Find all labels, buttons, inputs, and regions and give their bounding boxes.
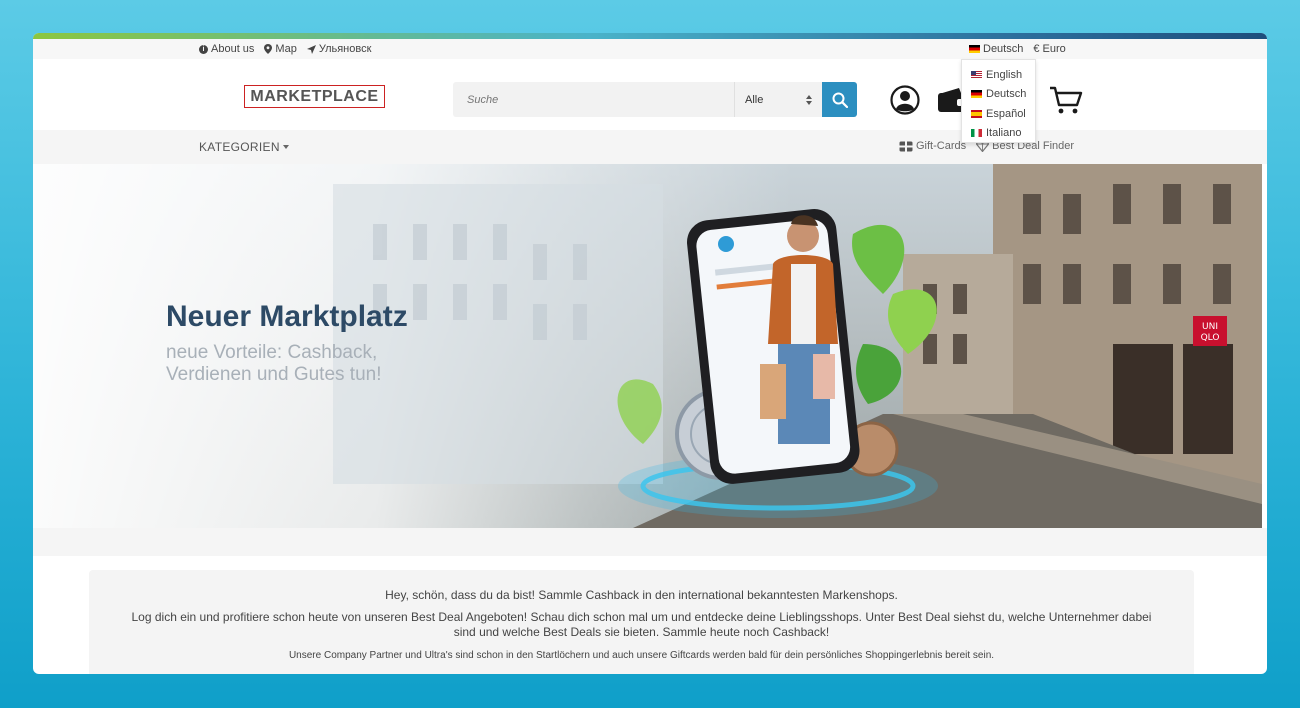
language-option-espanol[interactable]: Español [962,104,1035,124]
language-option-english[interactable]: English [962,65,1035,85]
us-flag-icon [971,70,982,79]
shopping-cart-icon[interactable] [1049,85,1083,115]
gift-cards-label: Gift-Cards [916,140,967,152]
hero-banner[interactable]: UNI QLO Neuer Marktplatz neue Vorteile: … [33,164,1262,528]
select-arrows-icon [806,94,812,105]
italian-flag-icon [971,129,982,138]
hero-title: Neuer Marktplatz [166,300,408,333]
user-account-icon[interactable] [890,85,920,115]
site-logo[interactable]: MARKETPLACE [244,85,385,108]
language-selector[interactable]: Deutsch [969,43,1023,55]
spanish-flag-icon [971,109,982,118]
main-header: MARKETPLACE Alle [33,59,1267,130]
language-dropdown-menu: English Deutsch Español Italiano [961,59,1036,143]
welcome-line-3: Unsere Company Partner und Ultra's sind … [288,650,995,661]
about-us-label: About us [211,43,255,55]
language-label: Deutsch [983,43,1024,55]
language-option-label: Deutsch [986,88,1027,101]
location-label: Ульяновск [318,43,372,55]
location-link[interactable]: Ульяновск [306,43,372,55]
german-flag-icon [971,90,982,99]
categories-label: KATEGORIEN [199,140,280,154]
language-option-label: Español [986,107,1026,120]
search-icon [832,92,848,108]
language-option-deutsch[interactable]: Deutsch [962,85,1035,105]
search-category-select[interactable]: Alle [734,82,822,117]
category-nav-bar: KATEGORIEN Gift-Cards Best Deal Finder [33,130,1267,164]
language-option-italiano[interactable]: Italiano [962,124,1035,144]
currency-label: € Euro [1033,43,1066,55]
hero-subtitle: neue Vorteile: Cashback, Verdienen und G… [166,342,382,385]
map-label: Map [275,43,297,55]
browser-window: i About us Map Ульяновск Deutsch € Euro … [33,33,1267,674]
german-flag-icon [969,45,980,53]
section-divider [33,528,1267,556]
search-category-value: Alle [745,93,764,106]
gift-cards-link[interactable]: Gift-Cards [899,140,966,152]
language-option-label: English [986,68,1023,81]
search-button[interactable] [822,82,857,117]
welcome-info-box: Hey, schön, dass du da bist! Sammle Cash… [89,570,1194,674]
search-input[interactable] [453,82,734,117]
search-bar: Alle [453,82,857,117]
info-icon: i [199,44,208,54]
language-option-label: Italiano [986,127,1022,140]
categories-dropdown[interactable]: KATEGORIEN [199,140,289,154]
caret-down-icon [282,145,289,149]
svg-text:QLO: QLO [1201,333,1220,343]
about-us-link[interactable]: i About us [199,43,254,55]
svg-text:UNI: UNI [1202,322,1218,332]
map-link[interactable]: Map [264,43,297,55]
location-arrow-icon [306,44,316,54]
top-utility-bar: i About us Map Ульяновск Deutsch € Euro [33,39,1267,59]
gift-card-icon [899,141,913,151]
currency-selector[interactable]: € Euro [1033,43,1065,55]
welcome-line-2: Log dich ein und profitiere schon heute … [131,610,1152,639]
welcome-line-1: Hey, schön, dass du da bist! Sammle Cash… [385,588,898,602]
map-pin-icon [264,44,273,54]
